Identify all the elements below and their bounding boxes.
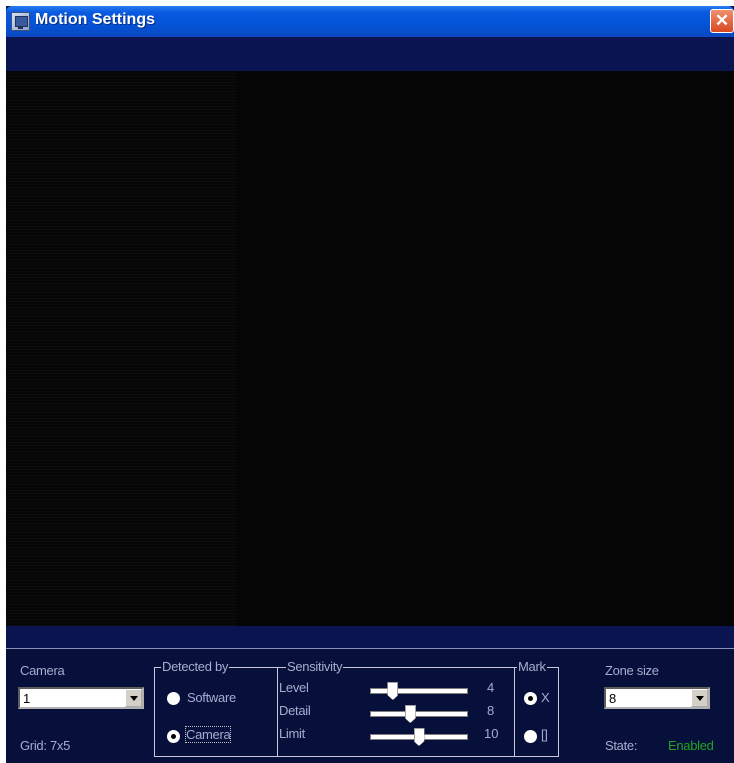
level-value: 4 bbox=[487, 680, 495, 695]
camera-label: Camera bbox=[20, 663, 65, 678]
detail-slider-thumb[interactable] bbox=[404, 705, 416, 723]
limit-label: Limit bbox=[279, 726, 305, 741]
software-radio-label: Software bbox=[187, 690, 236, 705]
title-bar[interactable]: Motion Settings ✕ bbox=[6, 6, 734, 37]
window-title: Motion Settings bbox=[35, 11, 155, 28]
zone-size-select[interactable]: 8 bbox=[604, 687, 710, 709]
level-label: Level bbox=[279, 680, 309, 695]
motion-settings-window: Motion Settings ✕ Camera 1 Grid: 7x5 Det… bbox=[6, 6, 734, 763]
mark-box-radio[interactable] bbox=[524, 730, 537, 743]
level-slider-thumb[interactable] bbox=[387, 682, 399, 700]
detail-slider-track[interactable] bbox=[370, 711, 468, 717]
chevron-down-icon[interactable] bbox=[691, 689, 708, 707]
mark-label: Mark bbox=[517, 659, 547, 674]
state-label: State: bbox=[605, 738, 638, 753]
detail-label: Detail bbox=[279, 703, 311, 718]
app-icon bbox=[11, 12, 30, 31]
detail-value: 8 bbox=[487, 703, 495, 718]
camera-select[interactable]: 1 bbox=[18, 687, 144, 709]
camera-radio[interactable] bbox=[167, 730, 180, 743]
sensitivity-label: Sensitivity bbox=[286, 659, 344, 674]
mark-x-label: X bbox=[541, 690, 550, 705]
level-slider-track[interactable] bbox=[370, 688, 468, 694]
grid-info: Grid: 7x5 bbox=[20, 738, 71, 753]
limit-value: 10 bbox=[484, 726, 499, 741]
mark-group: Mark X [] bbox=[514, 659, 559, 757]
chevron-down-icon[interactable] bbox=[125, 689, 142, 707]
zone-size-select-value: 8 bbox=[609, 691, 617, 706]
close-button[interactable]: ✕ bbox=[710, 9, 734, 33]
camera-video-preview[interactable] bbox=[6, 71, 734, 626]
camera-select-value: 1 bbox=[23, 691, 31, 706]
detected-by-group: Detected by Software Camera bbox=[154, 659, 278, 757]
software-radio[interactable] bbox=[167, 692, 180, 705]
detected-by-label: Detected by bbox=[161, 659, 230, 674]
mark-box-label: [] bbox=[541, 727, 548, 742]
limit-slider-thumb[interactable] bbox=[413, 728, 425, 746]
zone-size-label: Zone size bbox=[605, 663, 659, 678]
controls-panel: Camera 1 Grid: 7x5 Detected by Software … bbox=[6, 648, 734, 763]
sensitivity-group: Sensitivity Level 4 Detail 8 Limit 10 bbox=[277, 659, 515, 757]
mark-x-radio[interactable] bbox=[524, 692, 537, 705]
camera-radio-label: Camera bbox=[184, 726, 232, 743]
middle-band bbox=[6, 626, 734, 648]
top-band bbox=[6, 37, 734, 71]
state-value: Enabled bbox=[668, 738, 714, 753]
